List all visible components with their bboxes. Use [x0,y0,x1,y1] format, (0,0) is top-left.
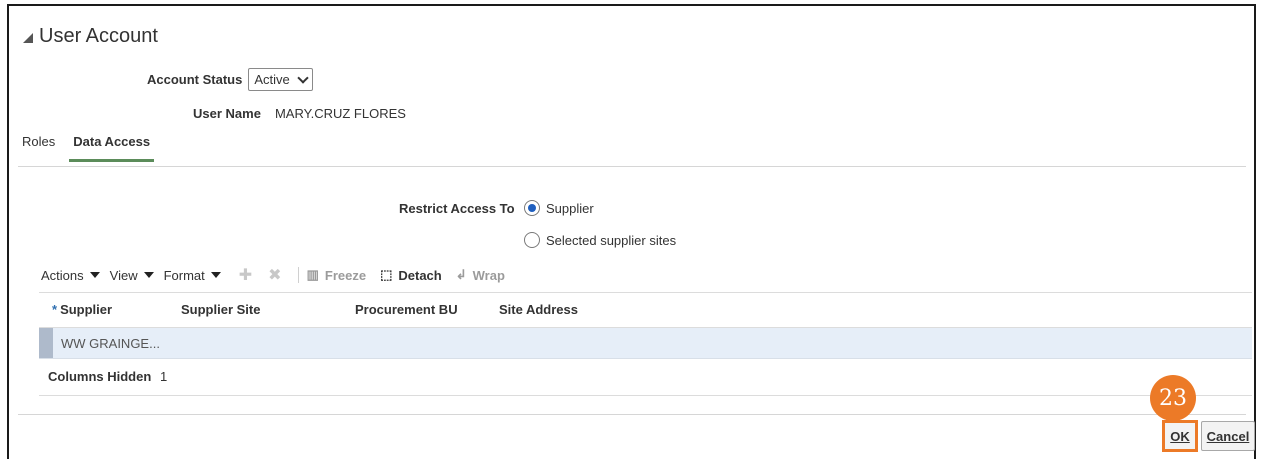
dropdown-arrow-icon [143,272,154,278]
freeze-label: Freeze [324,267,367,283]
radio-supplier[interactable] [524,200,540,216]
column-header-procurement-bu[interactable]: Procurement BU [355,302,458,317]
collapse-triangle-icon[interactable] [23,33,33,43]
freeze-icon: ▥ [306,267,319,282]
table-header: * Supplier Supplier Site Procurement BU S… [39,292,1252,328]
table-row[interactable]: WW GRAINGE... [39,328,1252,359]
chevron-down-icon [297,71,309,84]
actions-menu[interactable]: Actions [41,268,100,283]
actions-menu-label: Actions [41,267,84,283]
detach-label: Detach [398,267,442,283]
toolbar-separator [297,267,299,283]
columns-hidden-value: 1 [160,369,168,384]
column-header-supplier-site[interactable]: Supplier Site [181,302,260,317]
tab-roles[interactable]: Roles [22,134,55,162]
account-status-select[interactable]: Active [248,68,313,91]
wrap-button[interactable]: ↲ Wrap [456,267,505,283]
section-header[interactable]: User Account [23,25,158,48]
required-icon: * [52,302,58,317]
dropdown-arrow-icon [210,272,221,278]
table-toolbar: Actions View Format ✚ ✖ ▥ Freeze ⬚ Detac… [41,264,519,286]
wrap-label: Wrap [472,267,505,283]
user-name-label: User Name [193,106,261,121]
format-menu[interactable]: Format [164,268,221,283]
radio-selected-sites[interactable] [524,232,540,248]
column-header-site-address[interactable]: Site Address [499,302,578,317]
account-status-row: Account Status Active [147,68,313,91]
columns-hidden-label: Columns Hidden [48,369,152,384]
dropdown-arrow-icon [89,272,100,278]
account-status-label: Account Status [147,72,243,87]
table-footer: Columns Hidden 1 [39,359,1252,396]
ok-button[interactable]: OK [1162,420,1198,452]
section-title: User Account [39,25,158,47]
dialog-frame: User Account Account Status Active User … [7,4,1256,459]
detach-button[interactable]: ⬚ Detach [380,267,442,283]
user-name-row: User Name MARY.CRUZ FLORES [193,106,406,121]
row-selector[interactable] [39,328,53,358]
plus-icon[interactable]: ✚ [239,265,252,285]
bottom-divider [18,414,1246,415]
view-menu[interactable]: View [110,268,154,283]
wrap-icon: ↲ [455,267,467,282]
radio-selected-sites-label[interactable]: Selected supplier sites [546,233,676,248]
restrict-access-label: Restrict Access To [399,201,515,216]
tab-divider [18,166,1246,167]
user-name-value: MARY.CRUZ FLORES [274,106,406,121]
format-menu-label: Format [163,267,205,283]
supplier-cell[interactable]: WW GRAINGE... [61,336,160,351]
supplier-table: * Supplier Supplier Site Procurement BU S… [39,292,1252,396]
step-number-badge: 23 [1150,375,1196,421]
detach-icon: ⬚ [380,267,393,282]
freeze-button[interactable]: ▥ Freeze [307,267,367,283]
tab-data-access[interactable]: Data Access [69,134,155,162]
tab-bar: Roles Data Access [22,134,172,162]
radio-supplier-label[interactable]: Supplier [546,201,594,216]
column-header-supplier-label: Supplier [60,302,113,317]
x-icon[interactable]: ✖ [268,265,281,285]
account-status-value: Active [254,72,290,87]
cancel-button[interactable]: Cancel [1201,421,1255,451]
column-header-supplier[interactable]: * Supplier [52,302,112,317]
view-menu-label: View [109,267,138,283]
